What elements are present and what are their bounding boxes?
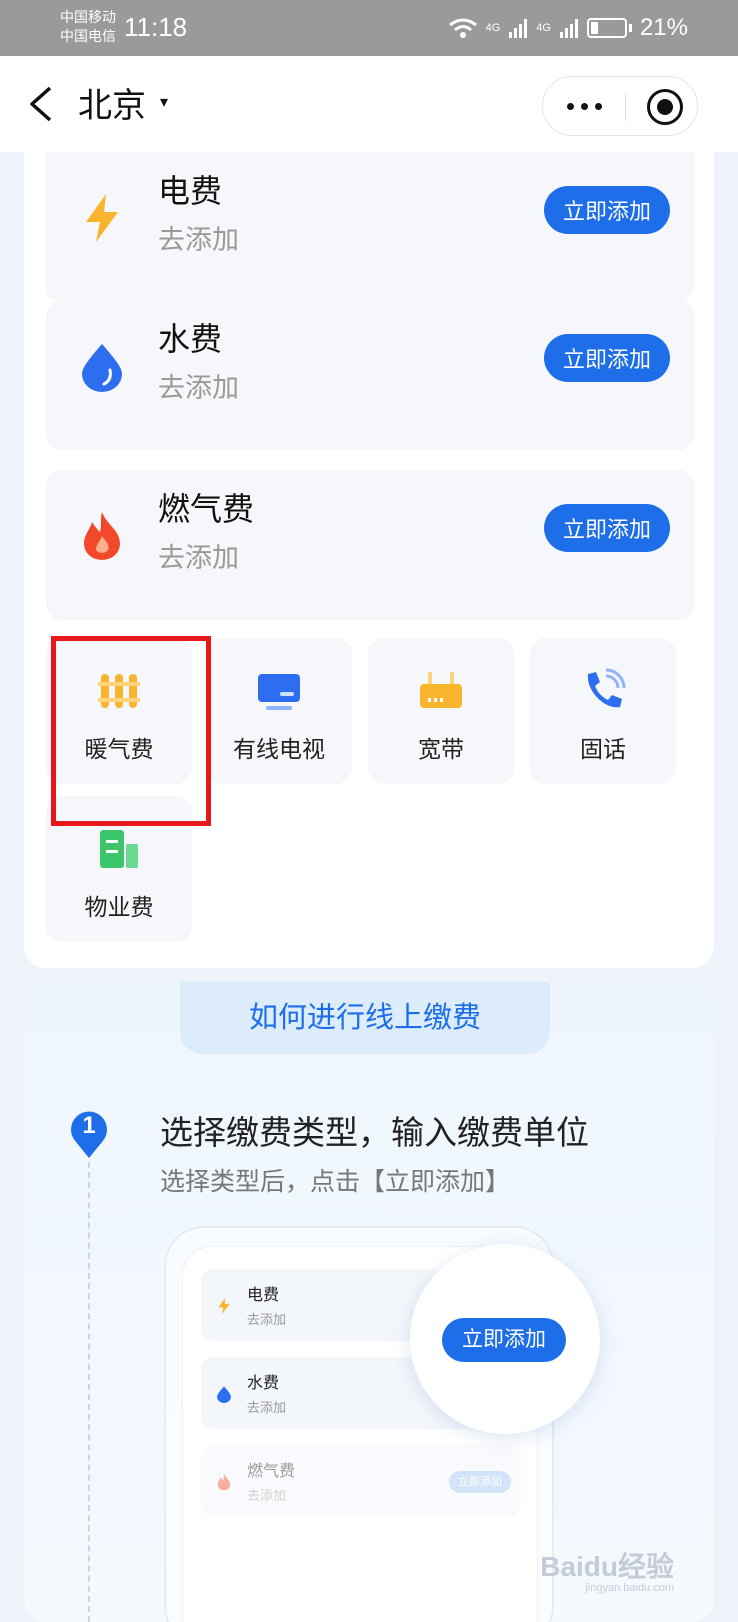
step-number: 1 — [82, 1112, 96, 1139]
back-arrow-icon[interactable] — [28, 86, 54, 122]
grid-item-landline[interactable]: 固话 — [530, 638, 676, 784]
grid-item-broadband[interactable]: 宽带 — [368, 638, 514, 784]
lightning-icon — [86, 194, 118, 242]
grid-label: 物业费 — [84, 894, 154, 920]
mock-subtitle: 去添加 — [247, 1400, 287, 1415]
tutorial-header: 如何进行线上缴费 — [180, 982, 550, 1054]
bill-row-gas[interactable]: 燃气费 去添加 立即添加 — [46, 470, 694, 620]
watermark-brand: Baidu经验 — [540, 1551, 674, 1582]
add-water-button[interactable]: 立即添加 — [544, 334, 670, 382]
add-gas-button[interactable]: 立即添加 — [544, 504, 670, 552]
bill-types-card: 电费 去添加 立即添加 水费 去添加 立即添加 燃气费 去添加 立即添加 暖气费 — [24, 152, 714, 968]
bill-title: 电费 — [158, 173, 223, 209]
carrier-1: 中国移动 — [60, 9, 116, 25]
battery-level: 21% — [639, 14, 688, 41]
lightning-icon — [218, 1297, 230, 1315]
bill-title: 燃气费 — [158, 491, 255, 527]
bill-row-water[interactable]: 水费 去添加 立即添加 — [46, 300, 694, 450]
city-selector[interactable]: 北京 — [78, 78, 146, 127]
carrier-2: 中国电信 — [60, 28, 116, 44]
signal-label-1: 4G — [485, 21, 501, 34]
bill-row-electricity[interactable]: 电费 去添加 立即添加 — [46, 152, 694, 302]
router-icon — [420, 672, 462, 708]
water-drop-icon — [82, 344, 122, 392]
step-subtitle: 选择类型后，点击【立即添加】 — [160, 1168, 511, 1196]
watermark-url: jingyan.baidu.com — [585, 1582, 674, 1594]
building-icon — [100, 830, 138, 868]
signal-label-2: 4G — [536, 21, 551, 34]
bill-subtitle: 去添加 — [158, 225, 239, 255]
zoom-callout: 立即添加 — [410, 1244, 600, 1434]
mock-subtitle: 去添加 — [247, 1312, 287, 1327]
grid-item-cable-tv[interactable]: 有线电视 — [206, 638, 352, 784]
carrier-info: 中国移动 中国电信 — [60, 8, 116, 46]
highlight-annotation-box — [51, 636, 211, 826]
zoom-add-button: 立即添加 — [442, 1318, 566, 1362]
mock-title: 水费 — [247, 1375, 280, 1392]
grid-label: 固话 — [580, 736, 626, 762]
tv-icon — [258, 674, 300, 710]
mock-row-gas: 燃气费 去添加 立即添加 — [201, 1445, 521, 1517]
signal-icon — [509, 19, 528, 38]
watermark: Baidu经验 jingyan.baidu.com — [540, 1551, 674, 1595]
mock-add-button: 立即添加 — [449, 1471, 511, 1493]
nav-bar: 北京 ▾ — [0, 56, 738, 152]
mock-subtitle: 去添加 — [247, 1488, 287, 1503]
mock-title: 电费 — [247, 1287, 280, 1304]
more-icon[interactable] — [567, 103, 602, 110]
wifi-icon — [448, 18, 477, 38]
battery-icon — [586, 18, 627, 38]
bill-subtitle: 去添加 — [158, 373, 239, 403]
battery-tip — [628, 24, 632, 32]
status-icons: 4G 4G 21% — [448, 14, 688, 42]
add-electricity-button[interactable]: 立即添加 — [544, 186, 670, 234]
mini-program-capsule — [542, 76, 698, 136]
step-dashed-line — [88, 1162, 90, 1622]
signal-icon — [559, 19, 578, 38]
grid-label: 宽带 — [418, 736, 464, 762]
bill-subtitle: 去添加 — [158, 543, 239, 573]
grid-label: 有线电视 — [233, 736, 325, 762]
capsule-divider — [625, 93, 626, 121]
chevron-down-icon[interactable]: ▾ — [160, 92, 168, 112]
water-drop-icon — [217, 1386, 231, 1403]
status-time: 11:18 — [124, 12, 188, 42]
step-title: 选择缴费类型，输入缴费单位 — [160, 1114, 589, 1151]
phone-icon — [587, 668, 626, 708]
flame-icon — [84, 512, 120, 560]
mock-title: 燃气费 — [247, 1463, 296, 1480]
bill-title: 水费 — [158, 321, 223, 357]
status-bar: 中国移动 中国电信 11:18 4G 4G 21% — [0, 0, 738, 56]
close-target-icon[interactable] — [647, 89, 683, 125]
tutorial-card: 如何进行线上缴费 1 选择缴费类型，输入缴费单位 选择类型后，点击【立即添加】 … — [24, 982, 714, 1622]
flame-icon — [217, 1473, 231, 1491]
